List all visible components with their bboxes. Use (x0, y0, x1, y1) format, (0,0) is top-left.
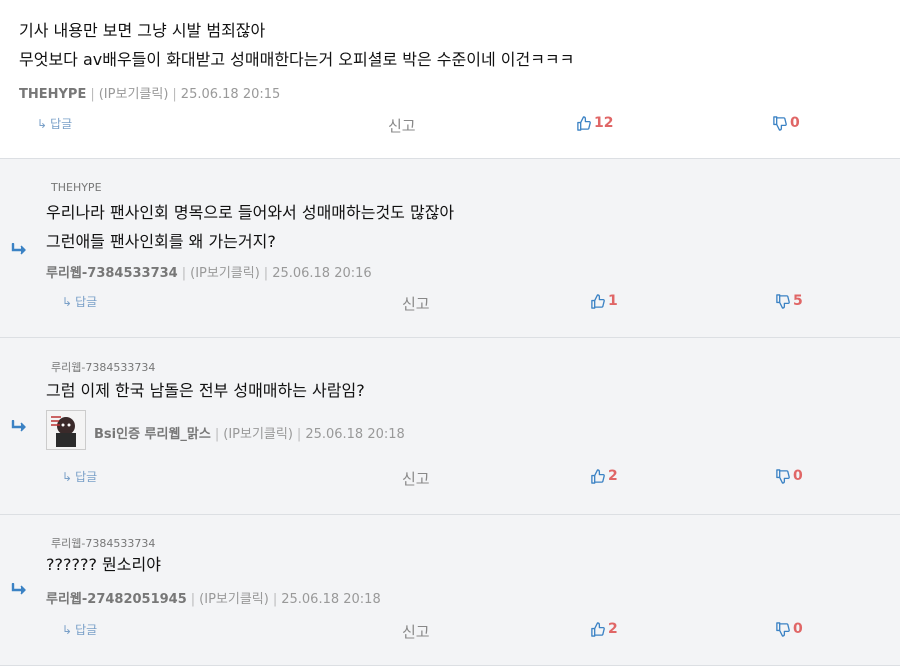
reply-small-icon: ↳ (62, 294, 73, 309)
comment-line: ?????? 뭔소리야 (46, 555, 161, 574)
upvote-count: 2 (608, 621, 618, 637)
comment-line: 무엇보다 av배우들이 화대받고 성매매한다는거 오피셜로 박은 수준이네 이건… (19, 50, 575, 69)
reply-comment: THEHYPE 우리나라 팬사인회 명목으로 들어와서 성매매하는것도 많잖아 … (0, 159, 900, 338)
avatar-image (47, 411, 85, 449)
report-button[interactable]: 신고 (402, 468, 430, 489)
comment-text: ?????? 뭔소리야 (46, 550, 161, 579)
comment-meta: 루리웹-7384533734 | (IP보기클릭) | 25.06.18 20:16 (46, 266, 372, 281)
comment-actions: ↳ 답글 신고 2 0 (0, 468, 900, 488)
comment-text: 그럼 이제 한국 남돌은 전부 성매매하는 사람임? (46, 376, 365, 405)
author-name[interactable]: THEHYPE (19, 87, 86, 102)
upvote-button[interactable]: 2 (590, 468, 618, 484)
thumbs-up-icon (591, 468, 605, 484)
report-button[interactable]: 신고 (402, 293, 430, 314)
comment: 기사 내용만 보면 그냥 시발 범죄잖아 무엇보다 av배우들이 화대받고 성매… (0, 0, 900, 159)
comment-meta: Bsi인증 루리웹_맑스 | (IP보기클릭) | 25.06.18 20:18 (94, 427, 405, 442)
reply-button[interactable]: ↳ 답글 (62, 293, 97, 310)
upvote-count: 1 (608, 293, 618, 309)
comment-line: 우리나라 팬사인회 명목으로 들어와서 성매매하는것도 많잖아 (46, 203, 455, 222)
downvote-count: 0 (793, 621, 803, 637)
comment-actions: ↳ 답글 신고 2 0 (0, 621, 900, 641)
downvote-button[interactable]: 5 (775, 293, 803, 309)
parent-author: 루리웹-7384533734 (51, 361, 156, 374)
reply-arrow-icon (11, 243, 26, 255)
downvote-count: 5 (793, 293, 803, 309)
report-button[interactable]: 신고 (388, 115, 416, 136)
parent-author: 루리웹-7384533734 (51, 537, 156, 550)
upvote-button[interactable]: 12 (576, 115, 613, 131)
comment-date: 25.06.18 20:18 (305, 427, 405, 442)
thumbs-up-icon (591, 621, 605, 637)
thumbs-down-icon (776, 293, 790, 309)
report-button[interactable]: 신고 (402, 621, 430, 642)
comment-date: 25.06.18 20:16 (272, 266, 372, 281)
thumbs-down-icon (773, 115, 787, 131)
ip-link[interactable]: (IP보기클릭) (190, 266, 260, 281)
reply-arrow-icon (11, 583, 26, 595)
upvote-count: 2 (608, 468, 618, 484)
downvote-button[interactable]: 0 (772, 115, 800, 131)
comment-meta: 루리웹-27482051945 | (IP보기클릭) | 25.06.18 20:18 (46, 592, 381, 607)
reply-button[interactable]: ↳ 답글 (62, 621, 97, 638)
reply-small-icon: ↳ (62, 469, 73, 484)
downvote-button[interactable]: 0 (775, 621, 803, 637)
comment-meta: THEHYPE | (IP보기클릭) | 25.06.18 20:15 (19, 87, 281, 102)
comment-date: 25.06.18 20:15 (180, 87, 281, 102)
ip-link[interactable]: (IP보기클릭) (223, 427, 293, 442)
downvote-count: 0 (793, 468, 803, 484)
ip-link[interactable]: (IP보기클릭) (99, 87, 169, 102)
comment-line: 그런애들 팬사인회를 왜 가는거지? (46, 232, 276, 251)
downvote-count: 0 (790, 115, 800, 131)
comment-text: 우리나라 팬사인회 명목으로 들어와서 성매매하는것도 많잖아 그런애들 팬사인… (46, 198, 454, 256)
upvote-button[interactable]: 2 (590, 621, 618, 637)
reply-small-icon: ↳ (62, 622, 73, 637)
comment-text: 기사 내용만 보면 그냥 시발 범죄잖아 무엇보다 av배우들이 화대받고 성매… (19, 16, 574, 74)
reply-button[interactable]: ↳ 답글 (37, 115, 72, 132)
thumbs-up-icon (591, 293, 605, 309)
thumbs-down-icon (776, 468, 790, 484)
ip-link[interactable]: (IP보기클릭) (199, 592, 269, 607)
reply-comment: 루리웹-7384533734 그럼 이제 한국 남돌은 전부 성매매하는 사람임… (0, 338, 900, 515)
downvote-button[interactable]: 0 (775, 468, 803, 484)
upvote-count: 12 (594, 115, 614, 131)
reply-comment: 루리웹-7384533734 ?????? 뭔소리야 루리웹-274820519… (0, 515, 900, 666)
author-name[interactable]: Bsi인증 루리웹_맑스 (94, 427, 211, 442)
upvote-button[interactable]: 1 (590, 293, 618, 309)
avatar[interactable] (46, 410, 86, 450)
comment-actions: ↳ 답글 신고 1 5 (0, 293, 900, 313)
comment-line: 그럼 이제 한국 남돌은 전부 성매매하는 사람임? (46, 381, 365, 400)
author-name[interactable]: 루리웹-7384533734 (46, 266, 178, 281)
comment-date: 25.06.18 20:18 (281, 592, 381, 607)
reply-arrow-icon (11, 420, 26, 432)
reply-button[interactable]: ↳ 답글 (62, 468, 97, 485)
comment-actions: ↳ 답글 신고 12 0 (0, 115, 900, 135)
parent-author: THEHYPE (51, 181, 102, 194)
thumbs-down-icon (776, 621, 790, 637)
reply-small-icon: ↳ (37, 116, 48, 131)
thumbs-up-icon (577, 115, 591, 131)
comment-line: 기사 내용만 보면 그냥 시발 범죄잖아 (19, 21, 266, 40)
author-name[interactable]: 루리웹-27482051945 (46, 592, 187, 607)
